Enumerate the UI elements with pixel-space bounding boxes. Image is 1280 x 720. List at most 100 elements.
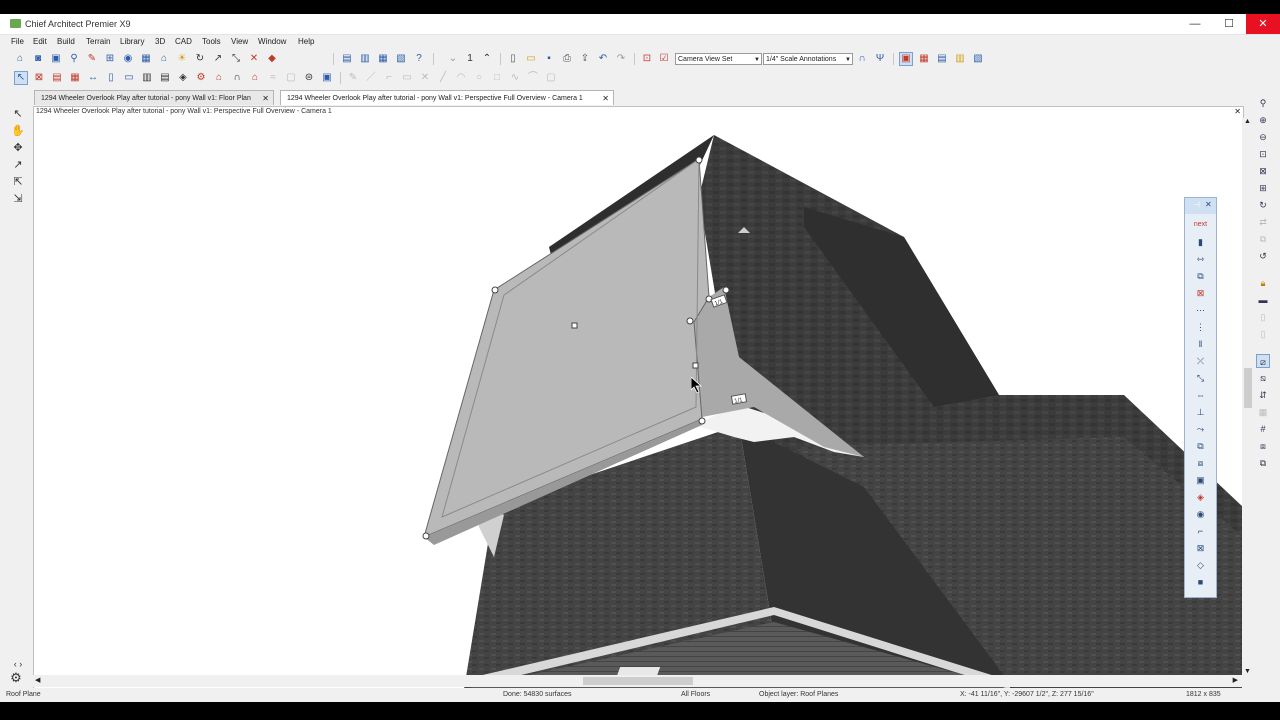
window-folder-icon[interactable]: ▥	[953, 52, 967, 66]
menu-edit[interactable]: Edit	[33, 37, 47, 46]
tile-windows-icon[interactable]: ▣	[899, 52, 913, 66]
tab-close-icon[interactable]: ✕	[262, 91, 269, 106]
glass-house-icon[interactable]: ⌂	[157, 52, 171, 66]
elevation-icon[interactable]: ⊞	[103, 52, 117, 66]
eraser-icon[interactable]: ◆	[265, 52, 279, 66]
select-objects-icon[interactable]: ⊡	[640, 52, 654, 66]
copy-view-icon[interactable]: ⧉	[1256, 232, 1270, 246]
menu-tools[interactable]: Tools	[202, 37, 221, 46]
rotate-select-icon[interactable]: ↗	[10, 157, 26, 173]
zoom-icon[interactable]: ⚲	[1256, 96, 1270, 110]
new-file-icon[interactable]: ▯	[506, 52, 520, 66]
arc-icon[interactable]: ◠	[454, 71, 468, 85]
print-icon[interactable]: ⎙	[560, 52, 574, 66]
column-icon[interactable]: ‖	[1193, 337, 1208, 351]
material-icon[interactable]: ◈	[1193, 490, 1208, 504]
maximize-button[interactable]: ☐	[1212, 14, 1246, 34]
cross-icon[interactable]: ✕	[418, 71, 432, 85]
pan-hand-icon[interactable]: ✋	[10, 123, 26, 139]
grid-lines-icon[interactable]: ▦	[1256, 405, 1270, 419]
roof-tool-icon[interactable]: ◈	[176, 71, 190, 85]
tab-floor-plan[interactable]: 1294 Wheeler Overlook Play after tutoria…	[34, 90, 274, 105]
group-icon[interactable]: ⧈	[1256, 439, 1270, 453]
roof-center-handle[interactable]	[571, 322, 578, 329]
3d-viewport[interactable]: 1294 Wheeler Overlook Play after tutoria…	[33, 106, 1244, 690]
menu-file[interactable]: File	[11, 37, 24, 46]
replace-icon[interactable]: ⧈	[1193, 456, 1208, 470]
select-pointer-icon[interactable]: ↖	[14, 71, 28, 85]
level-icon[interactable]: ▬	[1256, 293, 1270, 307]
grid-icon[interactable]: #	[1256, 422, 1270, 436]
stair-tool-icon[interactable]: ▥	[140, 71, 154, 85]
fill-window-icon[interactable]: ⊠	[1256, 164, 1270, 178]
minimize-button[interactable]: —	[1178, 14, 1212, 34]
materials-list-icon[interactable]: ▧	[394, 52, 408, 66]
sun-icon[interactable]: ☀	[175, 52, 189, 66]
scroll-left-arrow-icon[interactable]: ◀	[35, 676, 40, 684]
roof-handle[interactable]	[722, 286, 730, 294]
transform-icon[interactable]: ⤡	[1193, 371, 1208, 385]
roof-handle[interactable]	[422, 532, 430, 540]
layer-set-icon[interactable]: ▤	[340, 52, 354, 66]
menu-help[interactable]: Help	[298, 37, 314, 46]
material-painter-icon[interactable]: ✎	[85, 52, 99, 66]
undo-zoom-icon[interactable]: ⊡	[1256, 147, 1270, 161]
export-icon[interactable]: ⇪	[578, 52, 592, 66]
fill-icon[interactable]: ◇	[1193, 558, 1208, 572]
door-tool-icon[interactable]: ▯	[104, 71, 118, 85]
scale-annotations-select[interactable]: 1/4" Scale Annotations ▼	[763, 53, 853, 65]
scroll-right-arrow-icon[interactable]: ▶	[1233, 676, 1238, 684]
delete-surface-icon[interactable]: ✕	[247, 52, 261, 66]
zoom-in-icon[interactable]: ⊕	[1256, 113, 1270, 127]
line-icon[interactable]: ╱	[436, 71, 450, 85]
3d-box-icon[interactable]: ▣	[320, 71, 334, 85]
display-options-icon[interactable]: ▥	[358, 52, 372, 66]
menu-view[interactable]: View	[231, 37, 248, 46]
edit-area-icon[interactable]: ⇲	[10, 191, 26, 207]
redo-icon[interactable]: ↷	[614, 52, 628, 66]
menu-3d[interactable]: 3D	[155, 37, 165, 46]
layer-icon[interactable]: ⧅	[1256, 371, 1270, 385]
join-icon[interactable]: ⤳	[1193, 422, 1208, 436]
terrain-tool-icon[interactable]: ≈	[266, 71, 280, 85]
tab-close-icon[interactable]: ✕	[602, 91, 609, 106]
menu-library[interactable]: Library	[120, 37, 144, 46]
wall-tool-icon[interactable]: ⊠	[32, 71, 46, 85]
menu-window[interactable]: Window	[258, 37, 286, 46]
framing-tool-icon[interactable]: ▤	[158, 71, 172, 85]
move-icon[interactable]: ✥	[10, 140, 26, 156]
open-folder-icon[interactable]: ▭	[524, 52, 538, 66]
texture-icon[interactable]: ◉	[1193, 507, 1208, 521]
roof-handle[interactable]	[695, 156, 703, 164]
cross-line-icon[interactable]: ⊠	[1193, 541, 1208, 555]
scroll-down-icon[interactable]: ▼	[1244, 668, 1251, 675]
history-icon[interactable]: ↺	[1256, 249, 1270, 263]
menu-terrain[interactable]: Terrain	[86, 37, 110, 46]
camera-icon[interactable]: ◙	[31, 52, 45, 66]
select-objects-icon[interactable]: ↖	[10, 106, 26, 122]
fill-window-building-icon[interactable]: ⊞	[1256, 181, 1270, 195]
align-icon[interactable]: ⇵	[1256, 388, 1270, 402]
edit-checkbox-icon[interactable]: ☑	[657, 52, 671, 66]
stretch-icon[interactable]: ⇔	[1193, 388, 1208, 402]
library-tool-icon[interactable]: ⌂	[248, 71, 262, 85]
ungroup-icon[interactable]: ⧉	[1256, 456, 1270, 470]
refresh-icon[interactable]: ↻	[1256, 198, 1270, 212]
rectangle-select-icon[interactable]: ▭	[400, 71, 414, 85]
point-icon[interactable]: ⊥	[1193, 405, 1208, 419]
fit-icon[interactable]: ⇿	[1193, 252, 1208, 266]
magnet-icon[interactable]: ∩	[855, 52, 869, 66]
break-line-icon[interactable]: ⤫	[1193, 354, 1208, 368]
tab-perspective[interactable]: 1294 Wheeler Overlook Play after tutoria…	[280, 90, 614, 105]
overview-icon[interactable]: ◉	[121, 52, 135, 66]
menu-cad[interactable]: CAD	[175, 37, 192, 46]
cross-section-icon[interactable]: ▦	[139, 52, 153, 66]
deck-tool-icon[interactable]: ▢	[284, 71, 298, 85]
help-icon[interactable]: ?	[412, 52, 426, 66]
swap-icon[interactable]: ⇄	[1256, 215, 1270, 229]
polyline-icon[interactable]: ⌐	[382, 71, 396, 85]
roof-edge-icon[interactable]: ⌐	[1193, 524, 1208, 538]
color-swatch-icon[interactable]: ■	[1193, 575, 1208, 589]
palette-pin-icon[interactable]: ⊣	[1193, 200, 1200, 209]
walkthrough-icon[interactable]: ⚲	[67, 52, 81, 66]
